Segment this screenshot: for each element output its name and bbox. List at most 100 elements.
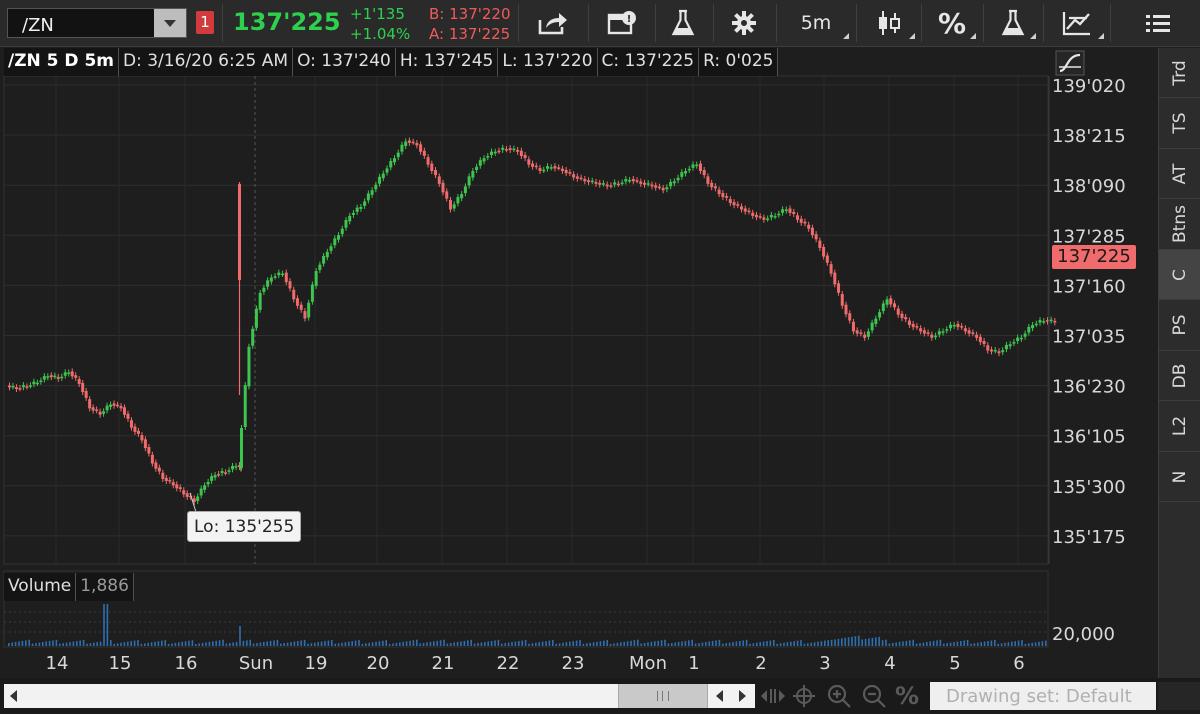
scroll-back-icon[interactable] — [716, 690, 723, 702]
volume-bar — [385, 640, 387, 646]
volume-bar — [252, 643, 255, 646]
volume-bar — [371, 642, 374, 646]
side-tab-at[interactable]: AT — [1159, 149, 1200, 199]
volume-bar — [52, 640, 54, 646]
price-chart[interactable]: 139'020138'215138'090137'285137'160137'0… — [0, 48, 1158, 568]
volume-bar — [994, 640, 996, 646]
candle-body — [231, 465, 235, 470]
volume-bar — [552, 640, 554, 646]
side-tab-db[interactable]: DB — [1159, 351, 1200, 401]
strategies-button[interactable] — [987, 4, 1039, 42]
settings-button[interactable] — [717, 4, 771, 42]
candle-body — [116, 404, 120, 407]
volume-bar — [433, 641, 435, 646]
timeframe-label: 5m — [800, 12, 832, 34]
menu-button[interactable] — [1136, 4, 1180, 42]
share-button[interactable] — [522, 4, 584, 42]
candle-body — [430, 163, 434, 172]
volume-bar — [671, 643, 673, 646]
candle-body — [456, 196, 460, 204]
toolbar-divider — [1043, 4, 1044, 42]
volume-bar — [79, 640, 81, 646]
symbol-dropdown-button[interactable] — [154, 9, 186, 37]
volume-bar — [501, 643, 503, 646]
chart-info-button[interactable]: ! — [592, 4, 652, 42]
candle-body — [825, 255, 829, 263]
side-tab-btns[interactable]: Btns — [1159, 200, 1200, 250]
volume-bar — [834, 639, 836, 646]
price-tick-label: 135'300 — [1052, 477, 1126, 498]
candle-body — [982, 341, 986, 345]
candle-body — [318, 264, 322, 271]
volume-bar — [276, 639, 279, 646]
volume-bar — [69, 642, 71, 646]
candle-body — [168, 480, 172, 482]
link-badge[interactable]: 1 — [196, 11, 214, 34]
volume-bar — [966, 639, 969, 646]
drawings-button[interactable] — [1047, 4, 1107, 42]
chart-style-button[interactable] — [860, 4, 918, 42]
pan-button[interactable] — [792, 682, 816, 710]
side-tab-n[interactable]: N — [1159, 452, 1200, 502]
side-tab-ps[interactable]: PS — [1159, 301, 1200, 351]
expand-width-button[interactable] — [760, 682, 786, 710]
volume-bar — [487, 641, 489, 646]
horizontal-scrollbar[interactable] — [4, 684, 755, 708]
volume-bar — [412, 640, 415, 646]
side-tab-l2[interactable]: L2 — [1159, 402, 1200, 452]
drawing-set-selector[interactable]: Drawing set: Default — [930, 682, 1156, 710]
candle-body — [351, 212, 355, 215]
candle-body — [669, 181, 673, 187]
candle-body — [833, 272, 837, 285]
volume-bar — [443, 639, 445, 646]
side-tab-ts[interactable]: TS — [1159, 99, 1200, 149]
zoom-in-icon — [827, 684, 851, 708]
symbol-selector[interactable]: /ZN — [7, 8, 187, 38]
volume-bar — [518, 641, 520, 646]
candle-body — [684, 171, 688, 174]
volume-bar — [167, 643, 170, 646]
curve-style-icon[interactable] — [1055, 50, 1085, 76]
volume-bar — [569, 641, 571, 646]
candle-body — [441, 182, 445, 193]
volume-bar — [793, 641, 795, 646]
candle-body — [475, 166, 479, 170]
candle-body — [945, 329, 949, 331]
volume-bar — [137, 640, 139, 646]
side-tab-label: PS — [1169, 314, 1190, 336]
volume-bar — [783, 642, 785, 646]
zoom-out-button[interactable] — [861, 682, 887, 710]
volume-bar — [528, 643, 530, 646]
side-tab-c[interactable]: C — [1159, 250, 1200, 300]
scroll-thumb[interactable] — [618, 684, 708, 708]
volume-bar — [215, 640, 217, 646]
candle-body — [14, 387, 18, 390]
candle-body — [896, 308, 900, 315]
zoom-in-button[interactable] — [826, 682, 852, 710]
candle-body — [978, 336, 982, 343]
candle-body — [210, 476, 214, 481]
side-tab-trd[interactable]: Trd — [1159, 48, 1200, 98]
volume-bar — [582, 643, 585, 646]
candle-body — [303, 311, 307, 319]
candle-body — [105, 405, 109, 411]
candle-body — [49, 375, 53, 378]
volume-bar — [718, 639, 721, 646]
scroll-forward-icon[interactable] — [739, 690, 746, 702]
volume-bar — [310, 643, 313, 646]
studies-button[interactable] — [659, 4, 707, 42]
percentage-button[interactable]: % — [925, 4, 979, 42]
scroll-left-icon[interactable] — [10, 690, 17, 702]
candle-body — [1023, 333, 1027, 337]
candle-body — [549, 167, 553, 169]
timeframe-button[interactable]: 5m — [780, 4, 852, 42]
chart-title[interactable]: /ZN 5 D 5m — [4, 48, 120, 76]
percent-scale-icon[interactable]: % — [895, 682, 919, 710]
candle-body — [344, 220, 348, 228]
time-axis[interactable]: 14 15 16 Sun 19 20 21 22 23 Mon 1 2 3 4 5 6 — [0, 648, 1050, 678]
candle-body — [579, 177, 583, 180]
volume-chart[interactable]: 20,000 — [0, 570, 1158, 648]
volume-bar — [885, 639, 887, 646]
volume-bar — [195, 644, 197, 646]
volume-bar — [963, 640, 965, 646]
